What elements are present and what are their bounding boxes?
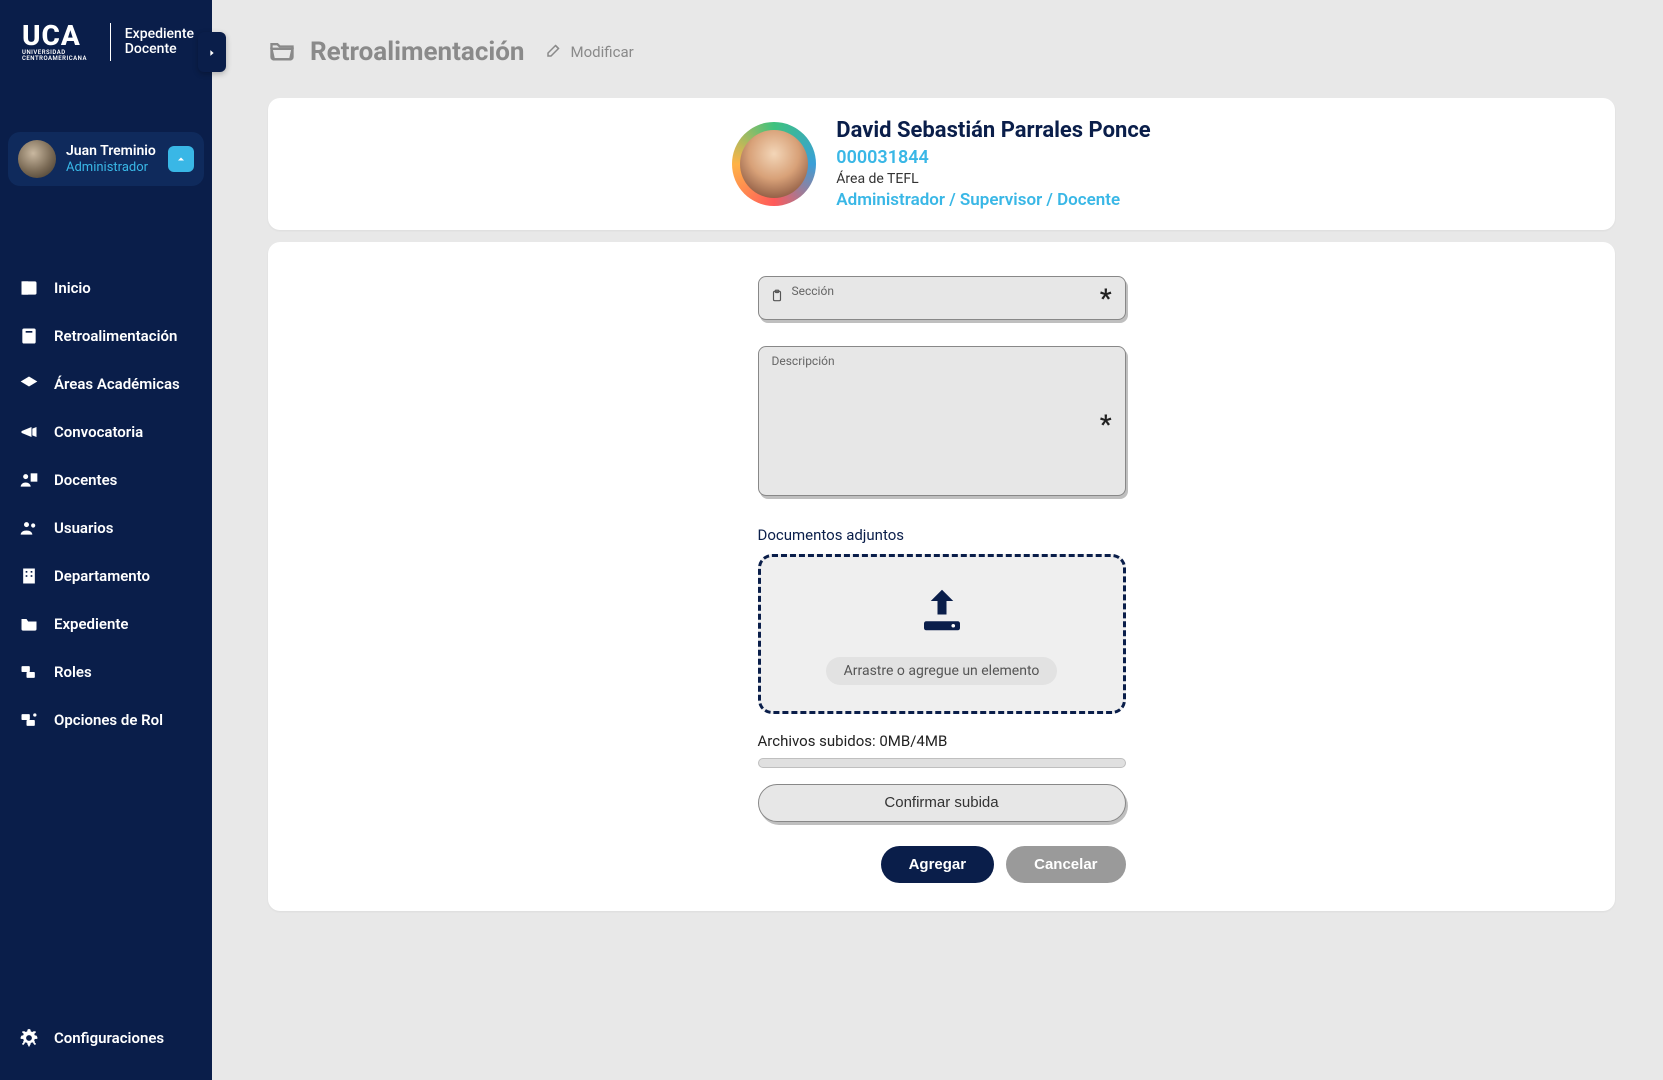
folder-icon: [18, 614, 40, 634]
upload-icon: [915, 583, 969, 641]
avatar: [18, 140, 56, 178]
roleopts-icon: [18, 710, 40, 730]
sidebar-bottom: Configuraciones: [0, 1016, 212, 1080]
profile-name: David Sebastián Parrales Ponce: [836, 116, 1150, 146]
gradcap-icon: [18, 374, 40, 394]
user-menu[interactable]: Juan Treminio Administrador: [8, 132, 204, 186]
nav-label: Expediente: [54, 615, 128, 633]
modify-action[interactable]: Modificar: [545, 41, 634, 63]
profile-card: David Sebastián Parrales Ponce 000031844…: [268, 98, 1615, 230]
nav-item-usuarios[interactable]: Usuarios: [6, 506, 206, 550]
sidebar-toggle-button[interactable]: [198, 32, 226, 72]
nav-label: Opciones de Rol: [54, 711, 163, 729]
user-role: Administrador: [66, 160, 156, 176]
nav-item-departamento[interactable]: Departamento: [6, 554, 206, 598]
megaphone-icon: [18, 422, 40, 442]
upload-progress: [758, 758, 1126, 768]
page-header: Retroalimentación Modificar: [268, 36, 1615, 68]
brand-name: UCA: [22, 22, 96, 50]
form-card: Sección * Descripción * Documentos adjun…: [268, 242, 1615, 911]
nav-item-areas[interactable]: Áreas Académicas: [6, 362, 206, 406]
folder-open-icon: [268, 36, 296, 68]
page-title: Retroalimentación: [310, 37, 525, 67]
building-icon: [18, 566, 40, 586]
nav-label: Inicio: [54, 279, 91, 297]
nav-item-inicio[interactable]: Inicio: [6, 266, 206, 310]
clipboard-icon: [770, 288, 784, 307]
confirm-upload-button[interactable]: Confirmar subida: [758, 784, 1126, 822]
description-field: Descripción *: [758, 346, 1126, 500]
nav-label: Docentes: [54, 471, 117, 489]
logo-uca: UCA UNIVERSIDAD CENTROAMERICANA: [22, 22, 96, 62]
action-row: Agregar Cancelar: [758, 846, 1126, 883]
file-dropzone[interactable]: Arrastre o agregue un elemento: [758, 554, 1126, 714]
caret-right-icon: [207, 43, 217, 62]
description-textarea[interactable]: [758, 346, 1126, 496]
upload-status: Archivos subidos: 0MB/4MB: [758, 732, 1126, 750]
nav-label: Roles: [54, 663, 92, 681]
roles-icon: [18, 662, 40, 682]
users-icon: [18, 518, 40, 538]
edit-icon: [545, 41, 563, 63]
main-content: Retroalimentación Modificar David Sebast…: [212, 0, 1663, 1080]
profile-area: Área de TEFL: [836, 170, 1150, 189]
nav-item-retroalimentacion[interactable]: Retroalimentación: [6, 314, 206, 358]
nav-item-expediente[interactable]: Expediente: [6, 602, 206, 646]
cancel-button[interactable]: Cancelar: [1006, 846, 1125, 883]
required-asterisk: *: [1100, 410, 1112, 440]
profile-roles: Administrador / Supervisor / Docente: [836, 189, 1150, 212]
teacher-icon: [18, 470, 40, 490]
nav-label: Configuraciones: [54, 1029, 164, 1047]
brand-subtitle: UNIVERSIDAD CENTROAMERICANA: [22, 50, 96, 62]
dropzone-text: Arrastre o agregue un elemento: [826, 657, 1058, 685]
profile-id: 000031844: [836, 146, 1150, 170]
nav-item-roles[interactable]: Roles: [6, 650, 206, 694]
nav-item-convocatoria[interactable]: Convocatoria: [6, 410, 206, 454]
nav-item-opciones-rol[interactable]: Opciones de Rol: [6, 698, 206, 742]
profile-avatar: [732, 122, 816, 206]
nav-label: Convocatoria: [54, 423, 143, 441]
brand-logo: UCA UNIVERSIDAD CENTROAMERICANA Expedien…: [0, 0, 212, 82]
section-field: Sección *: [758, 276, 1126, 320]
modify-label: Modificar: [571, 43, 634, 61]
gear-icon: [18, 1028, 40, 1048]
nav-label: Departamento: [54, 567, 150, 585]
nav-label: Retroalimentación: [54, 327, 177, 345]
nav-label: Usuarios: [54, 519, 114, 537]
user-name: Juan Treminio: [66, 143, 156, 160]
required-asterisk: *: [1100, 284, 1112, 314]
chevron-up-icon: [168, 146, 194, 172]
main-nav: Inicio Retroalimentación Áreas Académica…: [0, 266, 212, 742]
logo-divider: [110, 23, 111, 61]
nav-label: Áreas Académicas: [54, 375, 180, 393]
section-input[interactable]: [758, 276, 1126, 320]
brand-product: Expediente Docente: [125, 27, 194, 58]
sidebar: UCA UNIVERSIDAD CENTROAMERICANA Expedien…: [0, 0, 212, 1080]
attachments-label: Documentos adjuntos: [758, 526, 1126, 544]
add-button[interactable]: Agregar: [881, 846, 995, 883]
home-icon: [18, 278, 40, 298]
nav-item-configuraciones[interactable]: Configuraciones: [6, 1016, 206, 1060]
book-icon: [18, 326, 40, 346]
nav-item-docentes[interactable]: Docentes: [6, 458, 206, 502]
